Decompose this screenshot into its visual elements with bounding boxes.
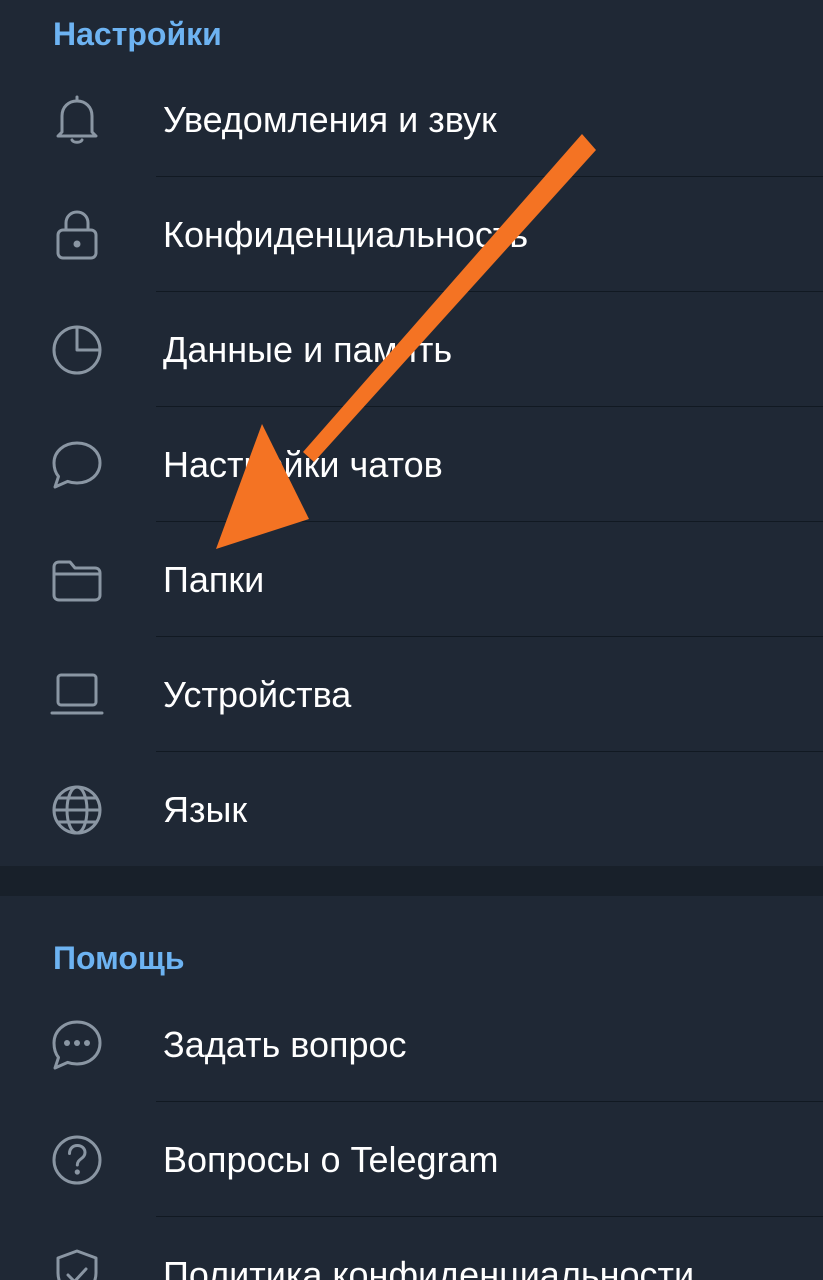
lock-icon [48, 208, 106, 262]
settings-item-label: Язык [163, 789, 248, 830]
shield-check-icon [48, 1248, 106, 1280]
settings-item-label: Уведомления и звук [163, 99, 497, 140]
chat-dots-icon [48, 1018, 106, 1072]
help-section: Помощь Задать вопрос Вопросы о Telegram … [0, 896, 823, 1280]
settings-item-label: Папки [163, 559, 265, 600]
settings-item-chat-settings[interactable]: Настройки чатов [0, 407, 823, 522]
laptop-icon [48, 668, 106, 722]
settings-item-language[interactable]: Язык [0, 752, 823, 867]
help-item-label: Вопросы о Telegram [163, 1139, 499, 1180]
section-title-help: Помощь [53, 940, 185, 976]
settings-item-folders[interactable]: Папки [0, 522, 823, 637]
settings-section: Настройки Уведомления и звук Конфиденциа… [0, 0, 823, 866]
question-circle-icon [48, 1133, 106, 1187]
settings-item-label: Конфиденциальность [163, 214, 529, 255]
settings-item-devices[interactable]: Устройства [0, 637, 823, 752]
chat-bubble-icon [48, 438, 106, 492]
help-item-label: Политика конфиденциальности [163, 1254, 695, 1280]
section-title-settings: Настройки [53, 16, 222, 52]
help-item-label: Задать вопрос [163, 1024, 407, 1065]
bell-icon [48, 93, 106, 147]
settings-item-notifications[interactable]: Уведомления и звук [0, 62, 823, 177]
help-item-ask-question[interactable]: Задать вопрос [0, 987, 823, 1102]
help-item-telegram-faq[interactable]: Вопросы о Telegram [0, 1102, 823, 1217]
folder-icon [48, 553, 106, 607]
settings-item-label: Устройства [163, 674, 352, 715]
help-item-privacy-policy[interactable]: Политика конфиденциальности [0, 1217, 823, 1280]
section-separator [0, 866, 823, 896]
settings-screen: Настройки Уведомления и звук Конфиденциа… [0, 0, 823, 1280]
globe-icon [48, 783, 106, 837]
settings-item-data-storage[interactable]: Данные и память [0, 292, 823, 407]
pie-chart-icon [48, 323, 106, 377]
settings-item-label: Данные и память [163, 329, 453, 370]
settings-item-privacy[interactable]: Конфиденциальность [0, 177, 823, 292]
settings-item-label: Настройки чатов [163, 444, 443, 485]
